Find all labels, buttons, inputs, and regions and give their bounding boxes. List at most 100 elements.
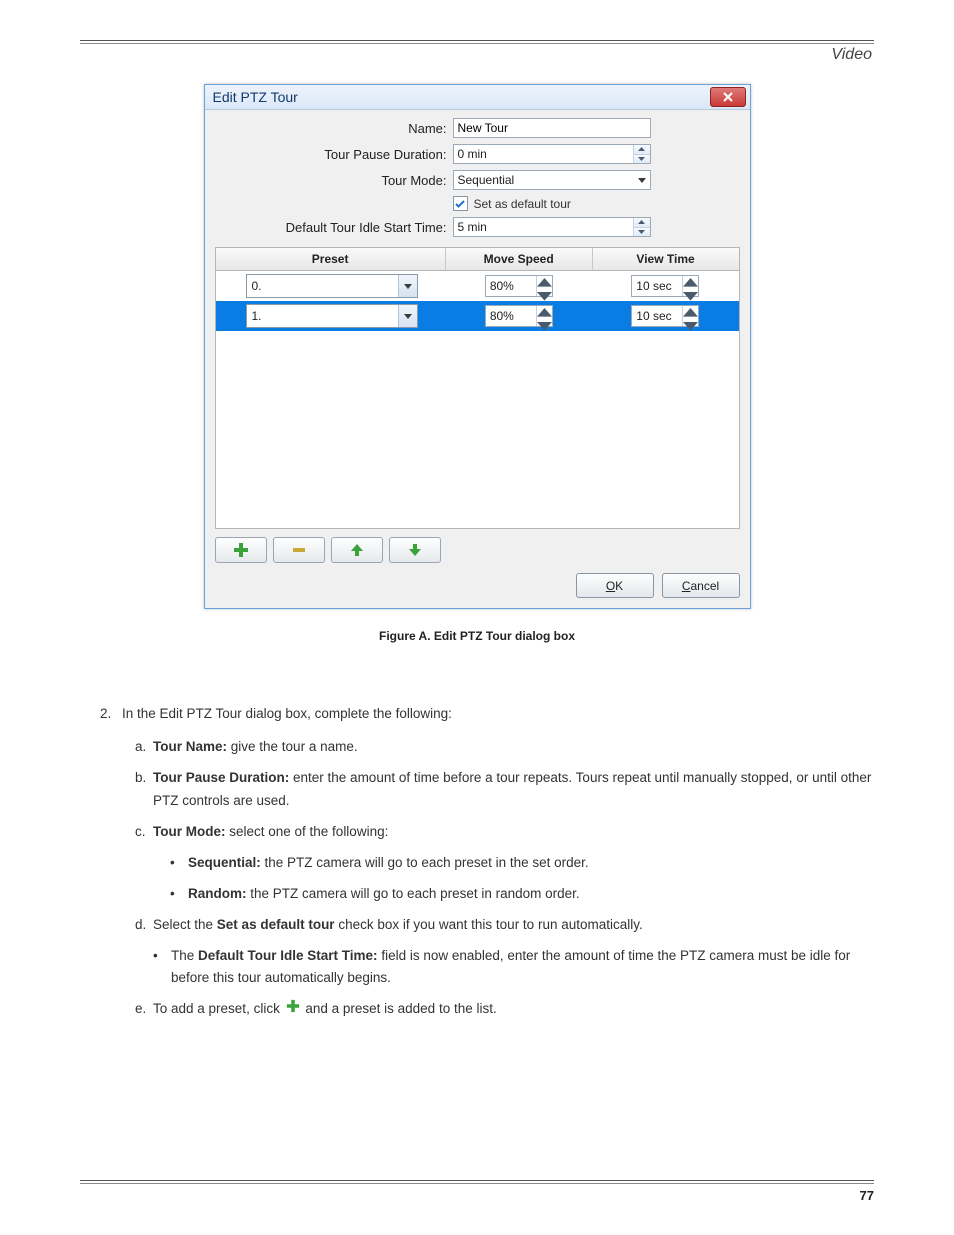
pause-duration-spinner[interactable]: 0 min: [453, 144, 651, 164]
spinner-down-icon[interactable]: [537, 320, 552, 334]
arrow-down-icon: [407, 542, 423, 558]
sub-label: Tour Name:: [153, 739, 227, 754]
spinner-up-icon[interactable]: [683, 276, 698, 290]
sub-text: select one of the following:: [225, 824, 388, 839]
tour-mode-value: Sequential: [454, 173, 633, 187]
ok-rest: K: [615, 579, 623, 593]
sub-label: Tour Mode:: [153, 824, 225, 839]
col-header-speed[interactable]: Move Speed: [446, 248, 593, 270]
add-preset-button[interactable]: [215, 537, 267, 563]
bullet-icon: •: [153, 945, 171, 991]
sub-letter: a.: [135, 736, 153, 759]
dialog-title-bar: Edit PTZ Tour: [205, 85, 750, 110]
sub-text: give the tour a name.: [227, 739, 358, 754]
view-time-value: 10 sec: [632, 279, 682, 293]
sub-label: Default Tour Idle Start Time:: [198, 948, 378, 963]
sub-letter: b.: [135, 767, 153, 813]
mode-text: the PTZ camera will go to each preset in…: [261, 855, 589, 870]
close-button[interactable]: [710, 87, 746, 107]
view-time-spinner[interactable]: 10 sec: [631, 275, 699, 297]
spinner-up-icon[interactable]: [683, 306, 698, 320]
idle-time-spinner[interactable]: 5 min: [453, 217, 651, 237]
chevron-down-icon: [398, 275, 417, 297]
sub-letter: d.: [135, 914, 153, 937]
cancel-rest: ancel: [690, 579, 719, 593]
sub-text: The: [171, 948, 198, 963]
spinner-down-icon[interactable]: [683, 290, 698, 304]
move-speed-value: 80%: [486, 309, 536, 323]
view-time-value: 10 sec: [632, 309, 682, 323]
step-text: In the Edit PTZ Tour dialog box, complet…: [122, 703, 452, 726]
cancel-button[interactable]: Cancel: [662, 573, 740, 598]
bullet-icon: •: [170, 852, 188, 875]
preset-table: Preset Move Speed View Time 0.: [215, 247, 740, 529]
view-time-spinner[interactable]: 10 sec: [631, 305, 699, 327]
sub-text: Select the: [153, 917, 217, 932]
mode-label: Tour Mode:: [215, 173, 453, 188]
figure-caption: Figure A. Edit PTZ Tour dialog box: [80, 629, 874, 643]
check-icon: [455, 200, 465, 208]
idle-time-value: 5 min: [454, 220, 633, 234]
sub-letter: e.: [135, 998, 153, 1021]
remove-preset-button[interactable]: [273, 537, 325, 563]
spinner-up-icon[interactable]: [537, 276, 552, 290]
minus-icon: [291, 542, 307, 558]
col-header-time[interactable]: View Time: [593, 248, 739, 270]
preset-toolbar: [215, 537, 740, 563]
preset-value: 0.: [247, 279, 398, 293]
default-tour-label: Set as default tour: [474, 197, 571, 211]
plus-icon: [286, 998, 300, 1021]
page-header-section: Video: [831, 46, 872, 64]
mode-label: Sequential:: [188, 855, 261, 870]
move-down-button[interactable]: [389, 537, 441, 563]
move-speed-value: 80%: [486, 279, 536, 293]
sub-letter: c.: [135, 821, 153, 844]
pause-duration-value: 0 min: [454, 147, 633, 161]
preset-table-body: 0. 80%: [216, 271, 739, 528]
edit-ptz-tour-dialog: Edit PTZ Tour Name: Tour Pause Duration:…: [204, 84, 751, 609]
plus-icon: [233, 542, 249, 558]
spinner-down-icon[interactable]: [683, 320, 698, 334]
bullet-icon: •: [170, 883, 188, 906]
step-number: 2.: [100, 703, 122, 726]
mode-label: Random:: [188, 886, 247, 901]
table-row[interactable]: 1. 80%: [216, 301, 739, 331]
footer-rule: [80, 1180, 874, 1184]
chevron-down-icon: [633, 172, 650, 188]
spinner-up-icon[interactable]: [537, 306, 552, 320]
page-number: 77: [80, 1188, 874, 1203]
spinner-down-icon[interactable]: [634, 155, 650, 164]
spinner-down-icon[interactable]: [537, 290, 552, 304]
pause-label: Tour Pause Duration:: [215, 147, 453, 162]
page-header-rule: [80, 40, 874, 44]
sub-label: Tour Pause Duration:: [153, 770, 289, 785]
tour-mode-combo[interactable]: Sequential: [453, 170, 651, 190]
preset-combo[interactable]: 1.: [246, 304, 418, 328]
name-input[interactable]: [453, 118, 651, 138]
spinner-up-icon[interactable]: [634, 218, 650, 228]
sub-text: check box if you want this tour to run a…: [338, 917, 642, 932]
ok-accel: O: [606, 579, 615, 593]
spinner-up-icon[interactable]: [634, 145, 650, 155]
idle-label: Default Tour Idle Start Time:: [215, 220, 453, 235]
sub-text: and a preset is added to the list.: [305, 1001, 496, 1016]
table-row[interactable]: 0. 80%: [216, 271, 739, 301]
dialog-title: Edit PTZ Tour: [213, 89, 298, 105]
move-speed-spinner[interactable]: 80%: [485, 275, 553, 297]
default-tour-checkbox[interactable]: [453, 196, 468, 211]
arrow-up-icon: [349, 542, 365, 558]
mode-text: the PTZ camera will go to each preset in…: [247, 886, 580, 901]
preset-value: 1.: [247, 309, 398, 323]
sub-label: Set as default tour: [217, 917, 335, 932]
sub-text: To add a preset, click: [153, 1001, 284, 1016]
ok-button[interactable]: OK: [576, 573, 654, 598]
move-up-button[interactable]: [331, 537, 383, 563]
chevron-down-icon: [398, 305, 417, 327]
body-text: 2. In the Edit PTZ Tour dialog box, comp…: [80, 703, 874, 1021]
move-speed-spinner[interactable]: 80%: [485, 305, 553, 327]
name-label: Name:: [215, 121, 453, 136]
close-icon: [723, 92, 733, 102]
preset-combo[interactable]: 0.: [246, 274, 418, 298]
spinner-down-icon[interactable]: [634, 228, 650, 237]
col-header-preset[interactable]: Preset: [216, 248, 446, 270]
